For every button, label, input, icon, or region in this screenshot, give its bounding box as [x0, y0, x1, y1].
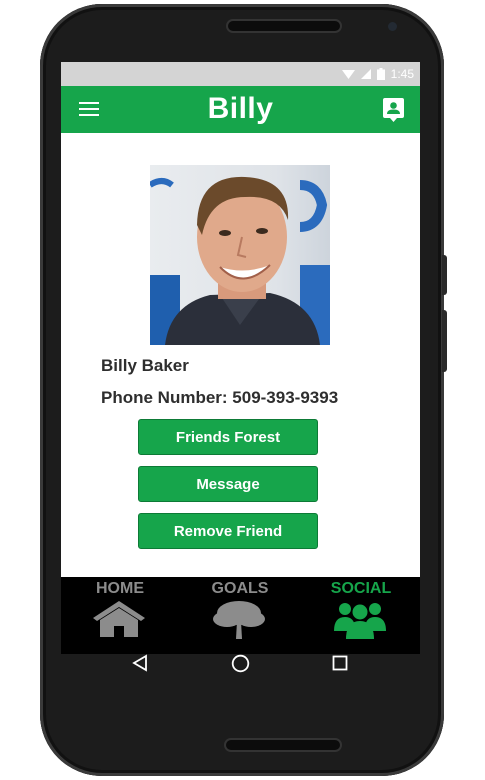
front-camera — [388, 22, 397, 31]
bottom-speaker — [226, 740, 340, 750]
contact-name: Billy Baker — [101, 356, 189, 375]
nav-home-label: HOME — [96, 580, 144, 597]
app-bar: Billy — [61, 86, 420, 133]
wifi-icon — [341, 69, 355, 79]
screen: 1:45 Billy Billy Baker Phone Number: 509… — [61, 62, 420, 654]
signal-icon — [360, 69, 371, 79]
battery-icon — [376, 68, 385, 80]
profile-content: Billy Baker Phone Number: 509-393-9393 F… — [61, 133, 420, 577]
status-time: 1:45 — [390, 67, 414, 81]
remove-friend-button[interactable]: Remove Friend — [138, 513, 318, 549]
nav-goals-label: GOALS — [211, 580, 269, 597]
nav-social-label: SOCIAL — [330, 580, 392, 597]
message-button[interactable]: Message — [138, 466, 318, 502]
system-navigation — [61, 645, 420, 683]
volume-button — [442, 310, 447, 372]
contact-icon[interactable] — [383, 98, 404, 122]
power-button — [442, 255, 447, 295]
house-icon — [93, 601, 145, 637]
tree-icon — [213, 601, 265, 639]
nav-home[interactable]: HOME — [65, 577, 175, 643]
group-icon — [334, 603, 386, 639]
page-title: Billy — [207, 92, 274, 125]
bottom-nav: HOME GOALS SOCIAL — [61, 577, 420, 643]
status-bar: 1:45 — [61, 62, 420, 86]
nav-goals[interactable]: GOALS — [185, 577, 295, 643]
recents-icon[interactable] — [332, 655, 348, 671]
back-icon[interactable] — [131, 654, 149, 672]
avatar — [150, 165, 330, 345]
contact-phone: Phone Number: 509-393-9393 — [101, 388, 339, 407]
home-circle-icon[interactable] — [231, 654, 250, 673]
nav-social[interactable]: SOCIAL — [306, 577, 416, 643]
earpiece-speaker — [228, 21, 340, 31]
friends-forest-button[interactable]: Friends Forest — [138, 419, 318, 455]
